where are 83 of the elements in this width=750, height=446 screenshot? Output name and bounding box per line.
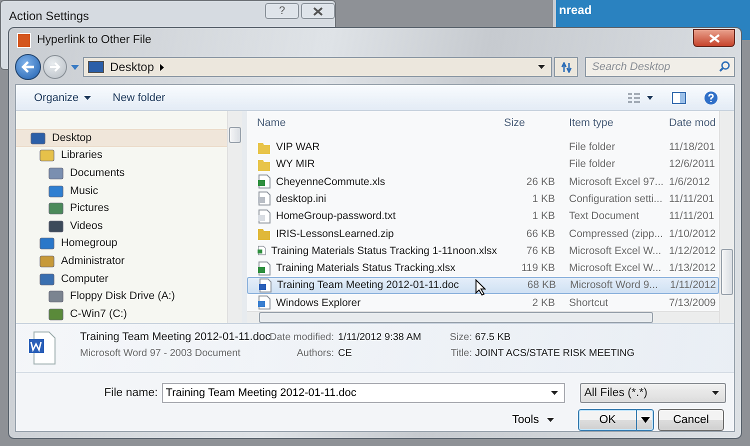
window-title: Hyperlink to Other File bbox=[37, 34, 152, 46]
organize-button[interactable]: Organize bbox=[26, 90, 99, 106]
nav-item[interactable]: Computer bbox=[16, 270, 227, 288]
file-icon bbox=[257, 260, 271, 276]
search-field[interactable]: Search Desktop bbox=[585, 57, 735, 77]
file-icon bbox=[257, 295, 271, 310]
caret-icon bbox=[547, 418, 554, 422]
nav-item[interactable]: Music bbox=[16, 182, 227, 200]
list-view-icon bbox=[628, 92, 654, 102]
close-icon bbox=[313, 6, 323, 16]
caret-icon bbox=[712, 391, 719, 395]
file-row[interactable]: WY MIR File folder 12/6/2011 bbox=[247, 156, 719, 174]
column-header[interactable]: Date mod bbox=[665, 116, 719, 129]
caret-icon bbox=[640, 417, 650, 423]
file-icon bbox=[257, 208, 271, 224]
close-icon bbox=[708, 34, 720, 42]
property-value: 1/11/2012 9:38 AM bbox=[338, 332, 422, 343]
app-icon bbox=[17, 32, 31, 48]
column-header[interactable]: Size bbox=[497, 116, 561, 129]
file-icon bbox=[257, 174, 271, 190]
property-label: Size: bbox=[448, 332, 472, 343]
column-header[interactable]: Item type bbox=[561, 116, 665, 129]
refresh-icon bbox=[560, 62, 572, 72]
file-row[interactable]: Training Materials Status Tracking.xlsx 119 KB Microsoft Excel W... 1/13/2012 bbox=[247, 259, 719, 277]
file-row[interactable]: CheyenneCommute.xls 26 KB Microsoft Excel 97... 1/6/2012 bbox=[247, 173, 719, 190]
help-button[interactable]: ? bbox=[265, 3, 299, 19]
property-label: Title: bbox=[450, 348, 472, 359]
property-label: Authors: bbox=[296, 348, 334, 359]
search-icon bbox=[719, 61, 730, 72]
header-text: nread bbox=[559, 3, 592, 17]
close-button[interactable] bbox=[301, 3, 335, 19]
file-icon bbox=[257, 191, 271, 206]
back-button[interactable] bbox=[15, 54, 41, 80]
address-bar[interactable]: Desktop bbox=[83, 57, 552, 77]
file-row[interactable]: desktop.ini 1 KB Configuration setti... 11/11/201 bbox=[247, 190, 719, 208]
help-icon bbox=[704, 90, 718, 104]
nav-item[interactable]: Documents bbox=[16, 164, 227, 182]
caret-icon[interactable] bbox=[551, 391, 558, 395]
window-title: Action Settings bbox=[9, 9, 90, 23]
scrollbar[interactable] bbox=[719, 111, 734, 323]
scrollbar[interactable] bbox=[227, 111, 242, 323]
file-row[interactable]: Windows Explorer 2 KB Shortcut 7/13/2009 bbox=[247, 294, 719, 312]
close-button[interactable] bbox=[693, 29, 735, 47]
field-label: File name: bbox=[103, 387, 159, 399]
cursor-icon bbox=[475, 279, 486, 296]
nav-item[interactable]: Libraries bbox=[16, 146, 227, 164]
arrow-icon bbox=[21, 61, 35, 73]
file-row[interactable]: VIP WAR File folder 11/18/201 bbox=[247, 138, 719, 156]
nav-item[interactable]: Administrator bbox=[16, 252, 227, 270]
file-row[interactable]: Training Team Meeting 2012-01-11.doc 68 KB Microsoft Word 9... 1/11/2012 bbox=[247, 276, 719, 294]
scrollbar[interactable] bbox=[247, 311, 719, 324]
arrow-icon bbox=[49, 62, 61, 72]
nav-item[interactable]: C-Win7 (C:) bbox=[16, 304, 227, 323]
file-type-dropdown[interactable]: All Files (*.*) bbox=[580, 383, 726, 403]
nav-item[interactable]: Videos bbox=[16, 216, 227, 235]
caret-icon[interactable] bbox=[538, 65, 545, 69]
file-row[interactable]: IRIS-LessonsLearned.zip 66 KB Compressed (zipp... 1/10/2012 bbox=[247, 224, 719, 242]
nav-item[interactable]: Desktop bbox=[16, 129, 227, 147]
file-row[interactable]: HomeGroup-password.txt 1 KB Text Document 11/11/201 bbox=[247, 208, 719, 225]
property-value: 67.5 KB bbox=[475, 332, 511, 343]
property-value: CE bbox=[338, 348, 352, 359]
desktop-icon bbox=[88, 61, 104, 73]
ok-button[interactable]: OK bbox=[578, 409, 654, 431]
pane-icon bbox=[672, 92, 686, 104]
document-icon bbox=[28, 331, 56, 365]
caret-icon bbox=[84, 96, 91, 100]
location-text: Desktop bbox=[110, 60, 154, 74]
file-name-field[interactable]: Training Team Meeting 2012-01-11.doc bbox=[162, 383, 566, 403]
property-value: JOINT ACS/STATE RISK MEETING bbox=[475, 348, 634, 359]
file-name-text: Training Team Meeting 2012-01-11.doc bbox=[80, 331, 271, 343]
file-type-text: Microsoft Word 97 - 2003 Document bbox=[80, 348, 240, 359]
file-row[interactable]: Training Materials Status Tracking 1-11noon.xlsx 76 KB Microsoft Excel W... 1/12/2012 bbox=[247, 242, 719, 260]
nav-item[interactable]: Pictures bbox=[16, 199, 227, 217]
tools-button[interactable]: Tools bbox=[504, 414, 562, 426]
arrow-icon bbox=[160, 64, 164, 70]
nav-item[interactable]: Floppy Disk Drive (A:) bbox=[16, 287, 227, 305]
column-header[interactable]: Name bbox=[247, 116, 497, 129]
file-icon bbox=[257, 226, 271, 241]
refresh-button[interactable] bbox=[554, 57, 578, 77]
file-icon bbox=[258, 278, 272, 293]
nav-item[interactable]: Homegroup bbox=[16, 234, 227, 252]
new-folder-button[interactable]: New folder bbox=[104, 90, 174, 106]
cancel-button[interactable]: Cancel bbox=[658, 409, 724, 431]
